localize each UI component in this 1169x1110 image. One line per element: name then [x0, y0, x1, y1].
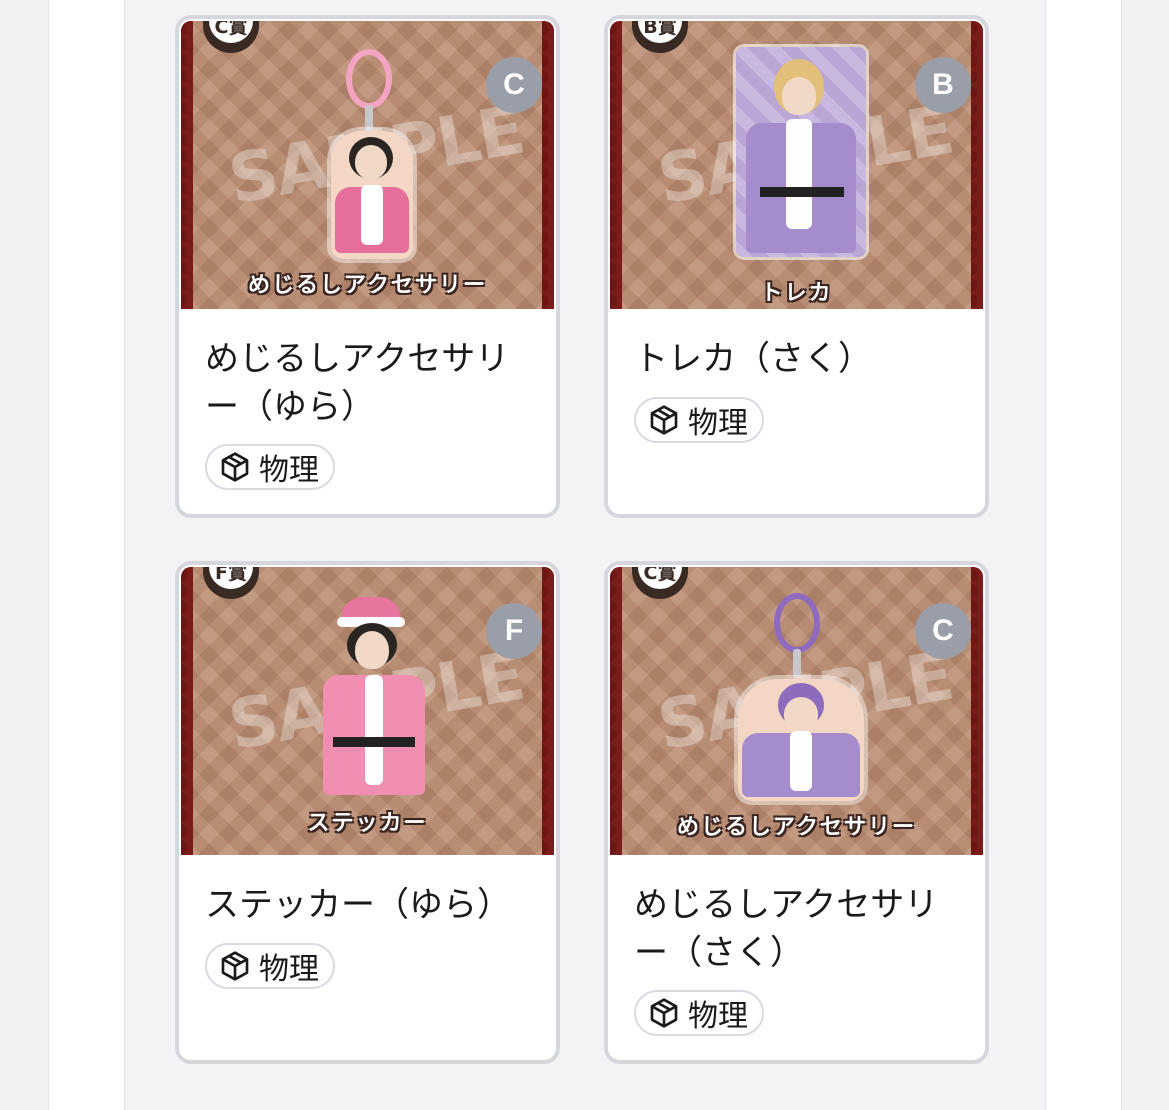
prize-badge-label: F賞 [209, 567, 253, 589]
sticker-figure [319, 597, 429, 797]
clasp [365, 105, 373, 133]
grade-badge: B [915, 57, 971, 113]
clasp [793, 649, 801, 677]
keyring-icon [346, 49, 392, 109]
thumbnail-caption: めじるしアクセサリー [677, 815, 916, 840]
package-icon [221, 951, 249, 981]
product-title[interactable]: ステッカー（ゆら） [205, 881, 532, 929]
trading-card-image [736, 47, 866, 257]
package-icon [650, 998, 678, 1028]
product-title[interactable]: トレカ（さく） [634, 335, 961, 383]
physical-tag: 物理 [205, 444, 335, 490]
thumbnail-caption: めじるしアクセサリー [248, 273, 487, 298]
tag-label: 物理 [259, 952, 319, 987]
prize-badge: C賞 [203, 21, 259, 53]
tag-label: 物理 [688, 406, 748, 441]
acrylic-charm [331, 131, 413, 259]
product-card[interactable]: SAMPLE B賞 トレカ B トレカ（さく） 物理 [604, 15, 989, 518]
prize-badge-label: C賞 [638, 567, 682, 589]
keyring-icon [774, 593, 820, 653]
grade-badge: F [486, 603, 542, 659]
product-title[interactable]: めじるしアクセサリー（ゆら） [205, 335, 532, 431]
grade-badge: C [486, 57, 542, 113]
package-icon [221, 452, 249, 482]
acrylic-charm [738, 679, 864, 801]
product-card[interactable]: SAMPLE F賞 ステッカー F ステッカー（ゆら） 物理 [175, 561, 560, 1064]
product-title[interactable]: めじるしアクセサリー（さく） [634, 881, 961, 977]
package-icon [650, 405, 678, 435]
prize-badge-label: B賞 [638, 21, 682, 43]
thumbnail-caption: ステッカー [307, 811, 428, 836]
prize-badge: C賞 [632, 567, 688, 599]
physical-tag: 物理 [205, 943, 335, 989]
product-thumbnail: SAMPLE C賞 めじるしアクセサリー C [181, 21, 554, 309]
product-thumbnail: SAMPLE C賞 めじるしアクセサリー C [610, 567, 983, 855]
grade-badge: C [915, 603, 971, 659]
product-card[interactable]: SAMPLE C賞 めじるしアクセサリー C めじるしアクセサリー（さく） 物理 [604, 561, 989, 1064]
tag-label: 物理 [688, 999, 748, 1034]
tag-label: 物理 [259, 453, 319, 488]
physical-tag: 物理 [634, 990, 764, 1036]
physical-tag: 物理 [634, 397, 764, 443]
prize-badge: B賞 [632, 21, 688, 53]
product-thumbnail: SAMPLE B賞 トレカ B [610, 21, 983, 309]
prize-badge: F賞 [203, 567, 259, 599]
thumbnail-caption: トレカ [760, 281, 833, 306]
product-card[interactable]: SAMPLE C賞 めじるしアクセサリー C めじるしアクセサリー（ゆら） 物理 [175, 15, 560, 518]
product-thumbnail: SAMPLE F賞 ステッカー F [181, 567, 554, 855]
prize-badge-label: C賞 [209, 21, 253, 43]
